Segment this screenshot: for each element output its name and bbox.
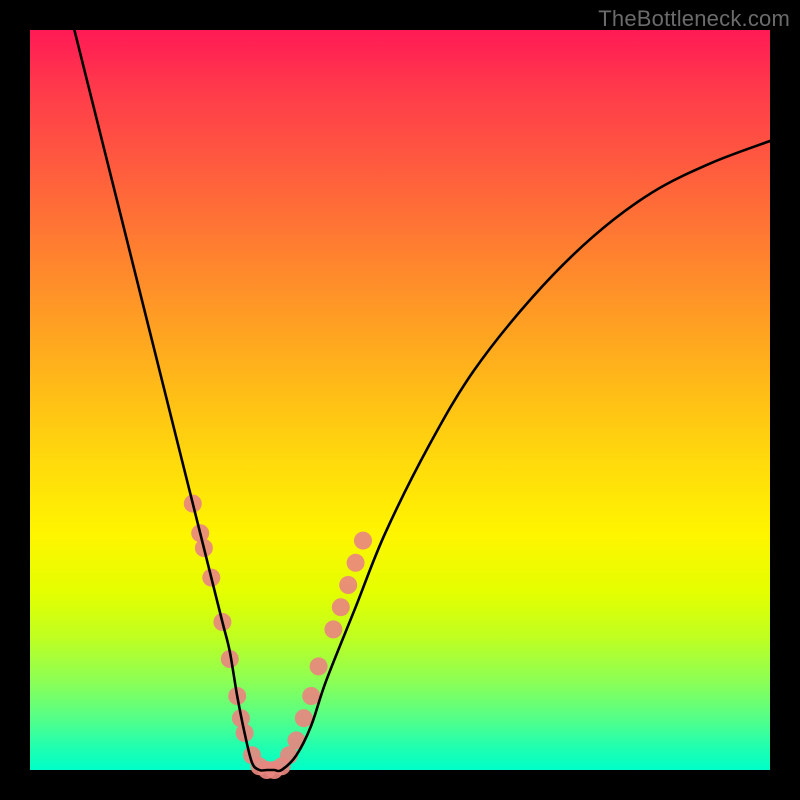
chart-frame: TheBottleneck.com <box>0 0 800 800</box>
marker-dot <box>302 687 320 705</box>
marker-dot <box>332 598 350 616</box>
marker-dot <box>339 576 357 594</box>
plot-area <box>30 30 770 770</box>
marker-dot <box>347 554 365 572</box>
marker-dot <box>354 532 372 550</box>
bottleneck-curve <box>74 30 770 771</box>
watermark-text: TheBottleneck.com <box>598 6 790 32</box>
marker-dot <box>310 657 328 675</box>
marker-dot <box>324 620 342 638</box>
chart-svg <box>30 30 770 770</box>
marker-dot <box>295 709 313 727</box>
